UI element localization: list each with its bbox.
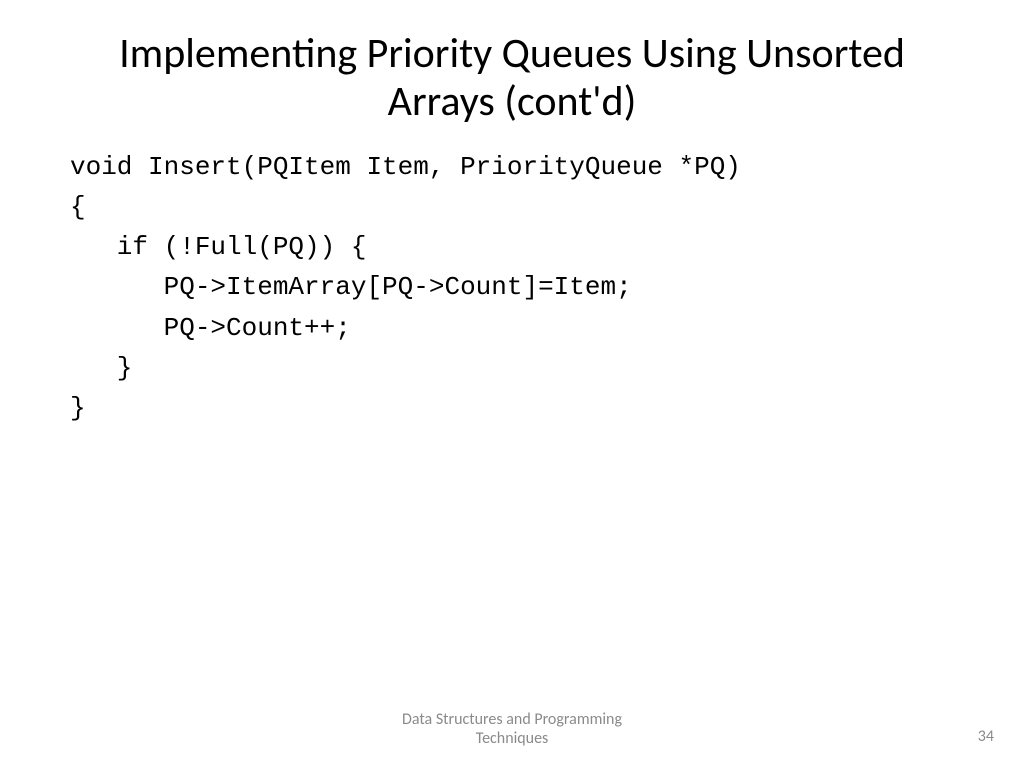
page-number: 34 (978, 727, 994, 746)
code-line: void Insert(PQItem Item, PriorityQueue *… (70, 152, 741, 182)
code-line: } (70, 393, 86, 423)
code-block: void Insert(PQItem Item, PriorityQueue *… (0, 147, 1024, 429)
slide-title: Implementing Priority Queues Using Unsor… (0, 0, 1024, 147)
code-line: if (!Full(PQ)) { (70, 232, 366, 262)
footer-line: Data Structures and Programming (0, 710, 1024, 729)
code-line: } (70, 353, 132, 383)
footer-text: Data Structures and Programming Techniqu… (0, 710, 1024, 748)
code-line: PQ->ItemArray[PQ->Count]=Item; (70, 272, 632, 302)
code-line: { (70, 192, 86, 222)
code-line: PQ->Count++; (70, 313, 351, 343)
footer-line: Techniques (0, 729, 1024, 748)
